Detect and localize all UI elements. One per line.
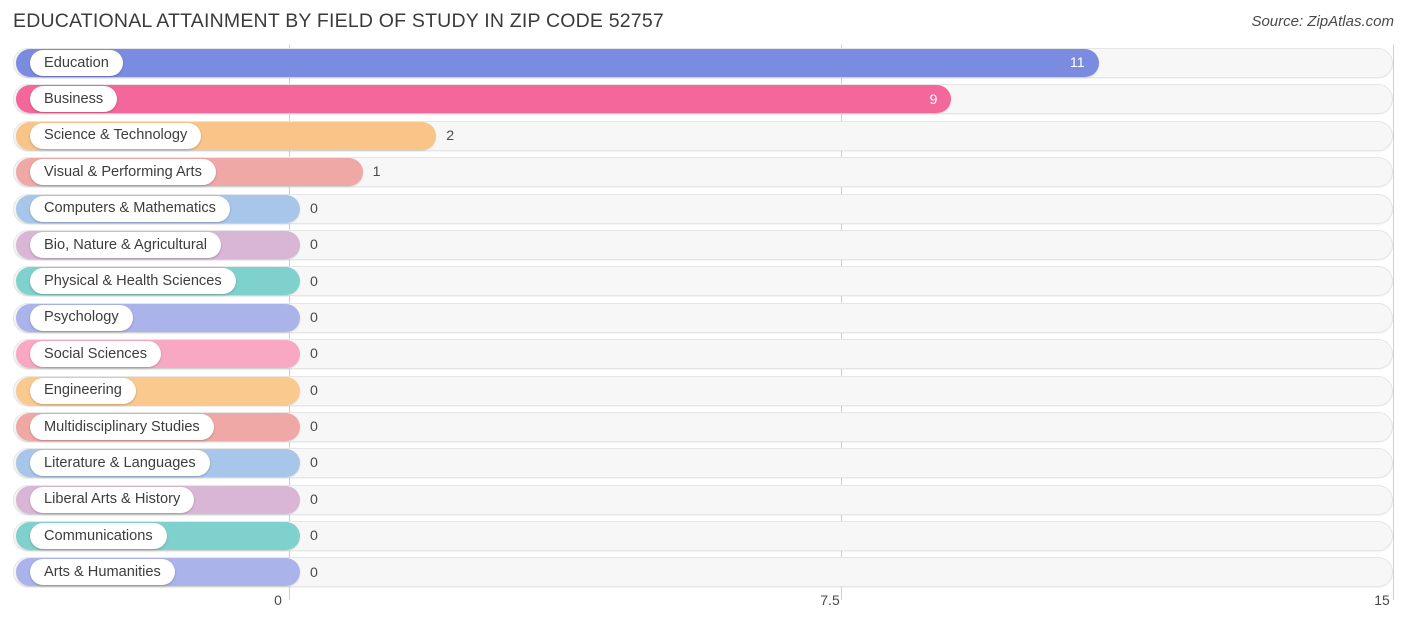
category-label: Computers & Mathematics — [44, 200, 216, 217]
x-axis: 0 7.5 15 — [0, 586, 1406, 631]
plot-area: Education 11 Business 9 Science & Technology… — [0, 45, 1406, 592]
category-label-pill: Communications — [30, 523, 167, 550]
category-label: Engineering — [44, 382, 122, 399]
page-title: EDUCATIONAL ATTAINMENT BY FIELD OF STUDY… — [13, 10, 664, 32]
category-label-pill: Psychology — [30, 304, 133, 331]
source-attribution: Source: ZipAtlas.com — [1251, 13, 1394, 30]
category-label: Communications — [44, 527, 153, 544]
axis-tick-label: 0 — [274, 592, 282, 608]
value-label: 0 — [310, 237, 318, 254]
bar-row: Computers & Mathematics 0 — [0, 191, 1406, 227]
category-label: Visual & Performing Arts — [44, 163, 202, 180]
bar-row: Business 9 — [0, 81, 1406, 117]
category-label-pill: Literature & Languages — [30, 450, 210, 477]
category-label-pill: Visual & Performing Arts — [30, 159, 216, 186]
value-label: 2 — [446, 127, 455, 144]
value-label: 0 — [310, 419, 318, 436]
category-label-pill: Bio, Nature & Agricultural — [30, 231, 222, 258]
value-label: 0 — [310, 491, 318, 508]
category-label: Science & Technology — [44, 127, 188, 144]
value-bar[interactable] — [16, 85, 952, 114]
value-label: 11 — [1069, 55, 1085, 72]
category-label-pill: Multidisciplinary Studies — [30, 413, 214, 440]
bar-row: Communications 0 — [0, 518, 1406, 554]
category-label: Arts & Humanities — [44, 564, 161, 581]
axis-tickline — [289, 586, 290, 600]
category-label: Multidisciplinary Studies — [44, 418, 200, 435]
value-label: 0 — [310, 273, 318, 290]
bar-row: Social Sciences 0 — [0, 336, 1406, 372]
bar-row: Bio, Nature & Agricultural 0 — [0, 227, 1406, 263]
category-label-pill: Computers & Mathematics — [30, 195, 230, 222]
value-label: 0 — [310, 200, 318, 217]
value-label: 0 — [310, 564, 318, 581]
bar-row: Physical & Health Sciences 0 — [0, 263, 1406, 299]
bar-row: Multidisciplinary Studies 0 — [0, 409, 1406, 445]
category-label-pill: Social Sciences — [30, 341, 162, 368]
value-label: 1 — [372, 164, 381, 181]
category-label-pill: Science & Technology — [30, 122, 202, 149]
category-label: Psychology — [44, 309, 119, 326]
category-label-pill: Education — [30, 50, 123, 76]
category-label-pill: Engineering — [30, 377, 136, 404]
bar-rows: Education 11 Business 9 Science & Technology… — [0, 45, 1406, 591]
bar-row: Engineering 0 — [0, 373, 1406, 409]
category-label: Bio, Nature & Agricultural — [44, 236, 208, 253]
category-label-pill: Physical & Health Sciences — [30, 268, 236, 295]
category-label: Education — [44, 54, 109, 71]
bar-row: Science & Technology 2 — [0, 118, 1406, 154]
category-label: Business — [44, 91, 104, 108]
bar-row: Visual & Performing Arts 1 — [0, 154, 1406, 190]
axis-tickline — [1393, 586, 1394, 600]
value-label: 0 — [310, 528, 318, 545]
bar-row: Psychology 0 — [0, 300, 1406, 336]
category-label-pill: Liberal Arts & History — [30, 486, 195, 513]
axis-tick-label: 15 — [1374, 592, 1390, 608]
bar-row: Education 11 — [0, 45, 1406, 81]
bar-row: Literature & Languages 0 — [0, 445, 1406, 481]
value-label: 0 — [310, 346, 318, 363]
category-label-pill: Arts & Humanities — [30, 559, 175, 586]
value-label: 0 — [310, 455, 318, 472]
value-bar[interactable] — [16, 49, 1099, 77]
value-label: 0 — [310, 382, 318, 399]
chart-page: EDUCATIONAL ATTAINMENT BY FIELD OF STUDY… — [0, 0, 1406, 631]
category-label: Literature & Languages — [44, 455, 196, 471]
value-label: 0 — [310, 309, 318, 326]
axis-tickline — [841, 586, 842, 600]
bar-row: Liberal Arts & History 0 — [0, 482, 1406, 518]
value-label: 9 — [929, 91, 938, 108]
category-label: Social Sciences — [44, 345, 148, 362]
category-label-pill: Business — [30, 86, 118, 113]
axis-tick-label: 7.5 — [820, 592, 840, 608]
bar-row: Arts & Humanities 0 — [0, 554, 1406, 590]
category-label: Liberal Arts & History — [44, 491, 181, 508]
chart-header: EDUCATIONAL ATTAINMENT BY FIELD OF STUDY… — [0, 0, 1406, 45]
category-label: Physical & Health Sciences — [44, 273, 222, 290]
